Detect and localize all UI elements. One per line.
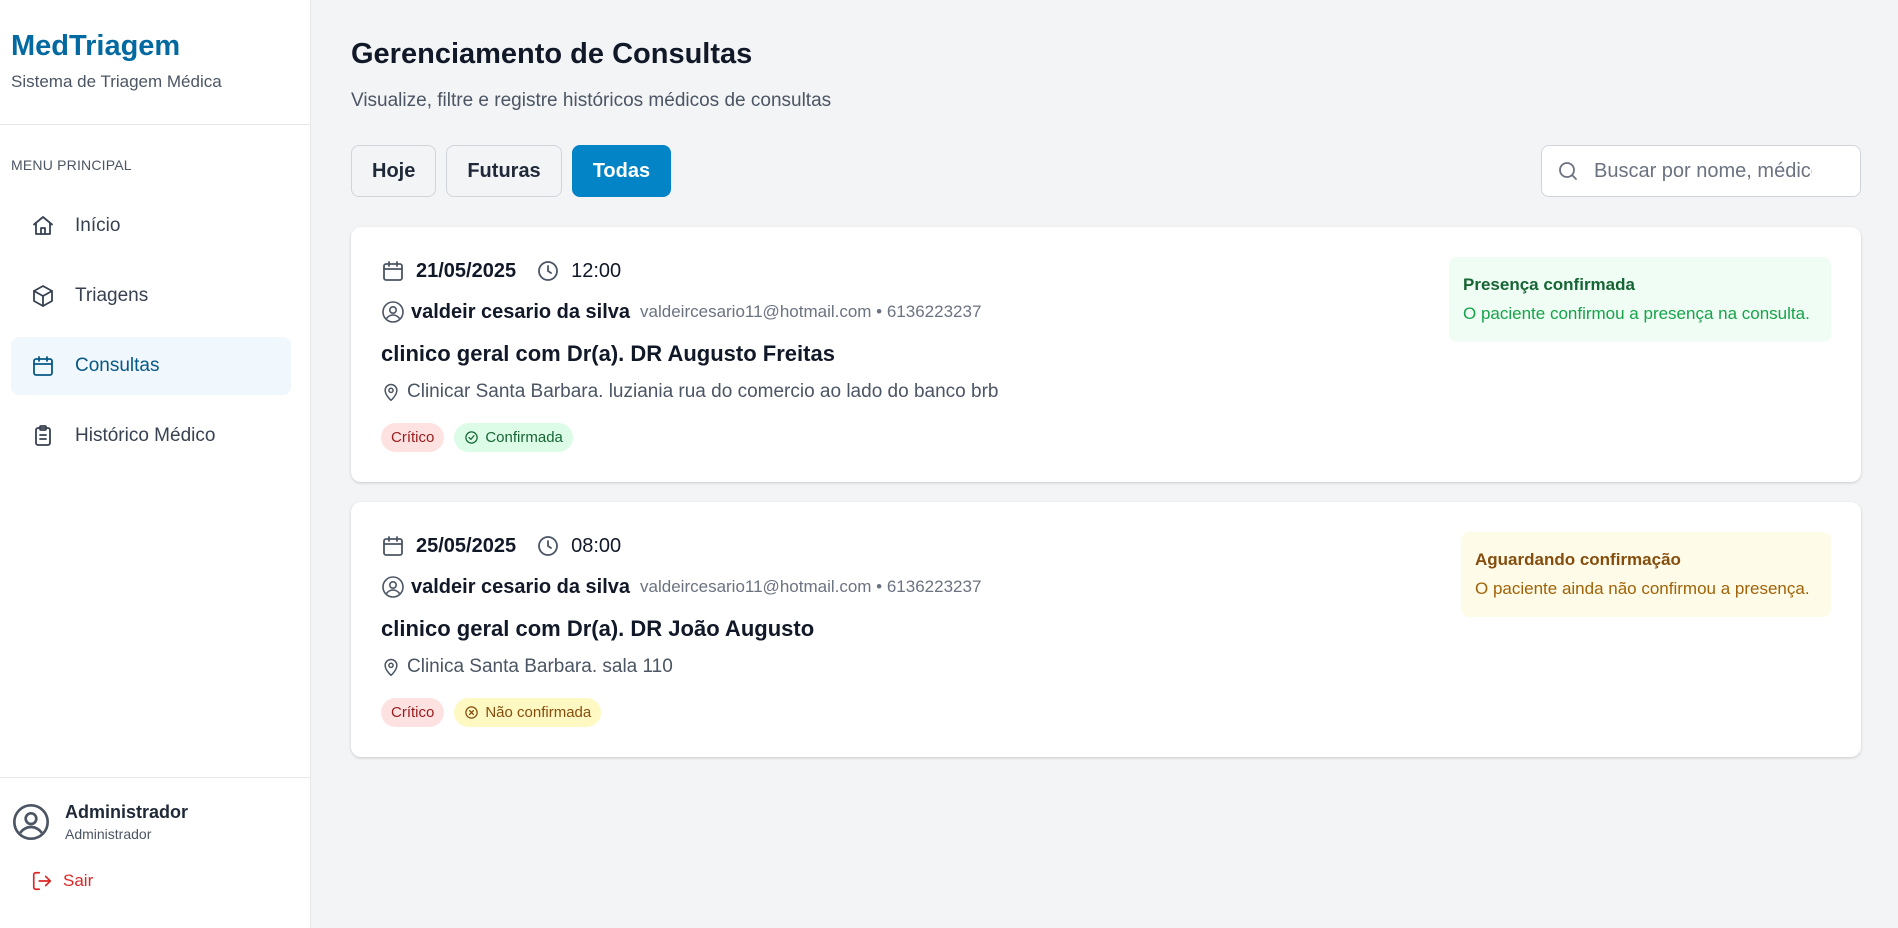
priority-badge: Crítico xyxy=(381,698,445,727)
brand-subtitle: Sistema de Triagem Médica xyxy=(11,72,222,91)
search-box xyxy=(1541,145,1861,197)
attendance-status-description: O paciente confirmou a presença na consu… xyxy=(1463,304,1810,323)
user-name: Administrador xyxy=(65,802,189,822)
clock-icon xyxy=(538,536,559,556)
location-text: Clinica Santa Barbara. sala 110 xyxy=(407,656,673,677)
clock-icon xyxy=(538,261,559,281)
sidebar-item-label: Início xyxy=(75,215,121,236)
calendar-icon xyxy=(383,261,403,281)
sidebar-item-label: Histórico Médico xyxy=(75,425,216,446)
consulta-patient: valdeir cesario da silva valdeircesario1… xyxy=(381,300,981,324)
menu-label: MENU PRINCIPAL xyxy=(11,157,132,173)
calendar-icon xyxy=(383,536,403,556)
patient-name: valdeir cesario da silva xyxy=(411,300,631,323)
priority-badge: Crítico xyxy=(381,423,445,452)
map-pin-icon xyxy=(384,383,398,402)
consulta-card[interactable]: 25/05/2025 08:00 valdeir cesario da silv… xyxy=(351,502,1861,757)
filter-hoje-button[interactable]: Hoje xyxy=(351,145,437,197)
user-profile: Administrador Administrador xyxy=(11,802,300,842)
filter-todas-button[interactable]: Todas xyxy=(571,145,672,197)
patient-name: valdeir cesario da silva xyxy=(411,575,631,598)
consulta-location: Clinicar Santa Barbara. luziania rua do … xyxy=(381,381,998,403)
patient-contact: valdeircesario11@hotmail.com • 613622323… xyxy=(640,577,982,596)
consulta-badges: Crítico Confirmada xyxy=(381,423,573,452)
status-badge: Confirmada xyxy=(454,423,573,452)
brand: MedTriagem Sistema de Triagem Médica xyxy=(0,0,310,125)
attendance-status-description: O paciente ainda não confirmou a presenç… xyxy=(1475,579,1810,598)
logout-label: Sair xyxy=(63,871,94,890)
sidebar-item-inicio[interactable]: Início xyxy=(11,197,291,255)
page-subtitle: Visualize, filtre e registre históricos … xyxy=(351,90,832,111)
main-nav: Início Triagens Consultas Histórico Médi… xyxy=(11,197,291,477)
consulta-time: 08:00 xyxy=(571,534,622,557)
home-icon xyxy=(31,214,55,238)
consulta-card[interactable]: 21/05/2025 12:00 valdeir cesario da silv… xyxy=(351,227,1861,482)
status-badge-label: Confirmada xyxy=(485,429,563,446)
consulta-datetime: 21/05/2025 12:00 xyxy=(381,259,621,283)
page-title: Gerenciamento de Consultas xyxy=(351,38,753,70)
filter-tabs: Hoje Futuras Todas xyxy=(351,145,672,197)
sidebar-item-label: Consultas xyxy=(75,355,160,376)
logout-button[interactable]: Sair xyxy=(11,870,300,892)
user-avatar-icon xyxy=(11,802,51,842)
clipboard-icon xyxy=(31,424,55,448)
patient-contact: valdeircesario11@hotmail.com • 613622323… xyxy=(640,302,982,321)
brand-title[interactable]: MedTriagem xyxy=(11,28,299,64)
consulta-location: Clinica Santa Barbara. sala 110 xyxy=(381,656,673,678)
x-circle-icon xyxy=(465,706,479,719)
consulta-datetime: 25/05/2025 08:00 xyxy=(381,534,621,558)
consulta-date: 21/05/2025 xyxy=(416,259,517,282)
search-input[interactable] xyxy=(1594,159,1812,183)
attendance-status-title: Presença confirmada xyxy=(1463,275,1635,294)
logout-icon xyxy=(32,871,52,891)
attendance-status-box: Presença confirmada O paciente confirmou… xyxy=(1449,257,1831,342)
user-circle-icon xyxy=(382,576,404,598)
user-role: Administrador xyxy=(65,826,152,842)
cube-icon xyxy=(31,284,55,308)
user-circle-icon xyxy=(382,301,404,323)
sidebar-item-historico-medico[interactable]: Histórico Médico xyxy=(11,407,291,465)
attendance-status-box: Aguardando confirmação O paciente ainda … xyxy=(1461,532,1831,617)
consulta-title: clinico geral com Dr(a). DR João Augusto xyxy=(381,616,815,641)
filter-futuras-button[interactable]: Futuras xyxy=(446,145,562,197)
search-icon xyxy=(1559,162,1577,180)
status-badge-label: Não confirmada xyxy=(485,704,592,721)
sidebar-item-consultas[interactable]: Consultas xyxy=(11,337,291,395)
sidebar-item-label: Triagens xyxy=(75,285,149,306)
user-block: Administrador Administrador Sair xyxy=(0,777,311,892)
consulta-date: 25/05/2025 xyxy=(416,534,517,557)
consulta-time: 12:00 xyxy=(571,259,622,282)
sidebar: MedTriagem Sistema de Triagem Médica MEN… xyxy=(0,0,311,928)
sidebar-item-triagens[interactable]: Triagens xyxy=(11,267,291,325)
calendar-icon xyxy=(31,354,55,378)
check-circle-icon xyxy=(465,431,479,444)
consulta-patient: valdeir cesario da silva valdeircesario1… xyxy=(381,575,981,599)
status-badge: Não confirmada xyxy=(454,698,602,727)
map-pin-icon xyxy=(384,658,398,677)
attendance-status-title: Aguardando confirmação xyxy=(1475,550,1681,569)
consulta-badges: Crítico Não confirmada xyxy=(381,698,602,727)
location-text: Clinicar Santa Barbara. luziania rua do … xyxy=(407,381,999,402)
consulta-title: clinico geral com Dr(a). DR Augusto Frei… xyxy=(381,341,835,366)
